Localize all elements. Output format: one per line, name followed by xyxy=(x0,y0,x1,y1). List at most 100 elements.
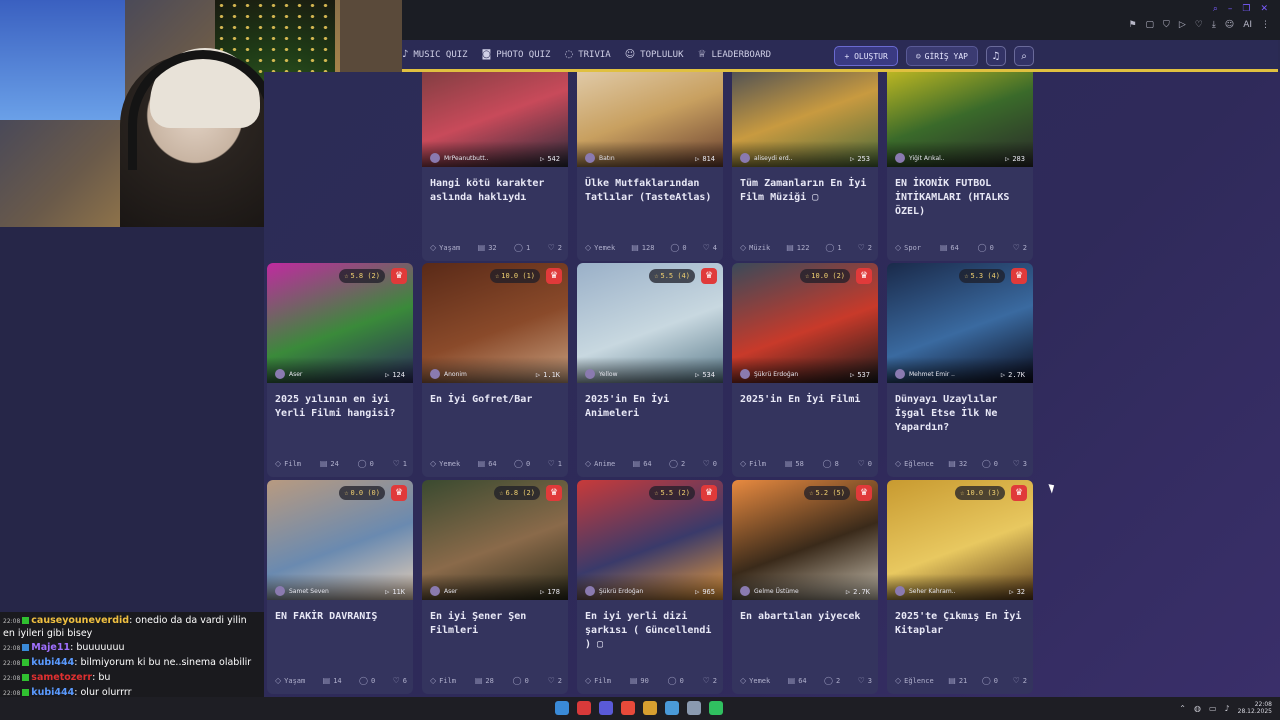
like-count[interactable]: ♡ 2 xyxy=(703,676,717,685)
comment-count[interactable]: ◯ 0 xyxy=(514,459,530,468)
comment-count[interactable]: ◯ 0 xyxy=(513,676,529,685)
like-count[interactable]: ♡ 2 xyxy=(1013,243,1027,252)
quiz-category[interactable]: ◇ Yaşam xyxy=(430,243,460,252)
quiz-category[interactable]: ◇ Yemek xyxy=(585,243,615,252)
quiz-title[interactable]: Dünyayı Uzaylılar İşgal Etse İlk Ne Yapa… xyxy=(895,393,1027,435)
quiz-title[interactable]: En iyi yerli dizi şarkısı ( Güncellendi … xyxy=(585,610,717,652)
quiz-card[interactable]: ☆ 5.2 (5) ♛ Gelme Üstüme ▷ 2.7K En abartı… xyxy=(732,480,878,694)
taskbar-app-icon[interactable] xyxy=(577,701,591,715)
quiz-title[interactable]: Tüm Zamanların En İyi Film Müziği ▢ xyxy=(740,177,872,205)
comment-count[interactable]: ◯ 1 xyxy=(514,243,530,252)
like-count[interactable]: ♡ 0 xyxy=(858,459,872,468)
quiz-author[interactable]: Gelme Üstüme xyxy=(740,586,799,596)
quiz-author[interactable]: Aser xyxy=(275,369,302,379)
comment-count[interactable]: ◯ 0 xyxy=(358,459,374,468)
quiz-author[interactable]: Aser xyxy=(430,586,457,596)
taskbar-app-icon[interactable] xyxy=(665,701,679,715)
crown-icon[interactable]: ♛ xyxy=(856,268,872,284)
square-icon[interactable]: ▢ xyxy=(1146,20,1155,30)
play-icon[interactable]: ▷ xyxy=(1179,20,1186,30)
quiz-author[interactable]: Yiğit Arıkal.. xyxy=(895,153,945,163)
battery-icon[interactable]: ▭ xyxy=(1209,704,1217,713)
crown-icon[interactable]: ♛ xyxy=(391,485,407,501)
comment-count[interactable]: ◯ 0 xyxy=(978,243,994,252)
quiz-title[interactable]: 2025 yılının en iyi Yerli Filmi hangisi? xyxy=(275,393,407,421)
volume-icon[interactable]: ♪ xyxy=(1225,704,1230,713)
quiz-thumbnail[interactable]: ☆ 5.5 (4) ♛ Yellow ▷ 534 xyxy=(577,263,723,383)
nav-leaderboard[interactable]: ♕ LEADERBOARD xyxy=(698,49,772,60)
quiz-thumbnail[interactable]: ☆ 10.0 (2) ♛ Şükrü Erdoğan ▷ 537 xyxy=(732,263,878,383)
nav-music-quiz[interactable]: ♪ MUSIC QUIZ xyxy=(402,49,468,60)
quiz-author[interactable]: aliseydi erd.. xyxy=(740,153,792,163)
like-count[interactable]: ♡ 1 xyxy=(393,459,407,468)
quiz-thumbnail[interactable]: ☆ 10.0 (1) ♛ Anonim ▷ 1.1K xyxy=(422,263,568,383)
quiz-author[interactable]: Yellow xyxy=(585,369,617,379)
nav-topluluk[interactable]: ☺ TOPLULUK xyxy=(625,49,684,60)
taskbar-app-icon[interactable] xyxy=(687,701,701,715)
comment-count[interactable]: ◯ 2 xyxy=(824,676,840,685)
quiz-card[interactable]: ☆ 6.8 (2) ♛ Aser ▷ 178 En iyi Şener Şen F… xyxy=(422,480,568,694)
quiz-title[interactable]: Ülke Mutfaklarından Tatlılar (TasteAtlas… xyxy=(585,177,717,205)
quiz-category[interactable]: ◇ Film xyxy=(430,676,456,685)
quiz-title[interactable]: 2025'te Çıkmış En İyi Kitaplar xyxy=(895,610,1027,638)
quiz-card[interactable]: ☆ 5.5 (4) ♛ Yellow ▷ 534 2025'in En İyi A… xyxy=(577,263,723,477)
like-count[interactable]: ♡ 1 xyxy=(548,459,562,468)
quiz-card[interactable]: ☆ 5.8 (2) ♛ Aser ▷ 124 2025 yılının en iy… xyxy=(267,263,413,477)
quiz-category[interactable]: ◇ Anime xyxy=(585,459,615,468)
nav-photo-quiz[interactable]: ◙ PHOTO QUIZ xyxy=(482,49,551,60)
like-count[interactable]: ♡ 6 xyxy=(393,676,407,685)
quiz-card[interactable]: ☆ 5.5 (2) ♛ Şükrü Erdoğan ▷ 965 En iyi ye… xyxy=(577,480,723,694)
comment-count[interactable]: ◯ 2 xyxy=(669,459,685,468)
comment-count[interactable]: ◯ 0 xyxy=(982,676,998,685)
quiz-thumbnail[interactable]: ☆ 5.3 (4) ♛ Mehmet Emir .. ▷ 2.7K xyxy=(887,263,1033,383)
quiz-thumbnail[interactable]: aliseydi erd.. ▷ 253 xyxy=(732,72,878,167)
comment-count[interactable]: ◯ 0 xyxy=(668,676,684,685)
chat-username[interactable]: causeyouneverdid xyxy=(31,615,129,626)
quiz-thumbnail[interactable]: ☆ 5.8 (2) ♛ Aser ▷ 124 xyxy=(267,263,413,383)
quiz-card[interactable]: MrPeanutbutt.. ▷ 542 Hangi kötü karakter… xyxy=(422,72,568,261)
quiz-thumbnail[interactable]: ☆ 5.5 (2) ♛ Şükrü Erdoğan ▷ 965 xyxy=(577,480,723,600)
network-icon[interactable]: ◍ xyxy=(1194,704,1201,713)
quiz-title[interactable]: 2025'in En İyi Filmi xyxy=(740,393,872,407)
crown-icon[interactable]: ♛ xyxy=(546,485,562,501)
quiz-category[interactable]: ◇ Eğlence xyxy=(895,459,934,468)
quiz-author[interactable]: Seher Kahram.. xyxy=(895,586,955,596)
quiz-author[interactable]: Samet Seven xyxy=(275,586,329,596)
quiz-category[interactable]: ◇ Yemek xyxy=(740,676,770,685)
quiz-author[interactable]: Anonim xyxy=(430,369,467,379)
taskbar-app-icon[interactable] xyxy=(709,701,723,715)
quiz-thumbnail[interactable]: Yiğit Arıkal.. ▷ 283 xyxy=(887,72,1033,167)
taskbar-app-icon[interactable] xyxy=(599,701,613,715)
chat-username[interactable]: kubi444 xyxy=(31,657,74,668)
like-count[interactable]: ♡ 3 xyxy=(858,676,872,685)
quiz-thumbnail[interactable]: ☆ 6.8 (2) ♛ Aser ▷ 178 xyxy=(422,480,568,600)
quiz-title[interactable]: En abartılan yiyecek xyxy=(740,610,872,624)
quiz-category[interactable]: ◇ Yaşam xyxy=(275,676,305,685)
comment-count[interactable]: ◯ 0 xyxy=(982,459,998,468)
quiz-category[interactable]: ◇ Film xyxy=(585,676,611,685)
like-count[interactable]: ♡ 2 xyxy=(548,243,562,252)
comment-count[interactable]: ◯ 0 xyxy=(670,243,686,252)
chat-username[interactable]: sametozerr xyxy=(31,672,92,683)
quiz-card[interactable]: ☆ 0.0 (0) ♛ Samet Seven ▷ 11K EN FAKİR DA… xyxy=(267,480,413,694)
minimize-icon[interactable]: – xyxy=(1228,4,1233,14)
quiz-thumbnail[interactable]: ☆ 0.0 (0) ♛ Samet Seven ▷ 11K xyxy=(267,480,413,600)
taskbar-app-icon[interactable] xyxy=(621,701,635,715)
search-button[interactable]: ⌕ xyxy=(1014,46,1034,66)
quiz-author[interactable]: Batın xyxy=(585,153,615,163)
quiz-title[interactable]: EN İKONİK FUTBOL İNTİKAMLARI (HTALKS ÖZE… xyxy=(895,177,1027,219)
quiz-card[interactable]: ☆ 5.3 (4) ♛ Mehmet Emir .. ▷ 2.7K Dünyayı… xyxy=(887,263,1033,477)
quiz-author[interactable]: Şükrü Erdoğan xyxy=(740,369,798,379)
crown-icon[interactable]: ♛ xyxy=(546,268,562,284)
menu-icon[interactable]: ⋮ xyxy=(1261,20,1270,30)
comment-count[interactable]: ◯ 8 xyxy=(823,459,839,468)
quiz-category[interactable]: ◇ Spor xyxy=(895,243,921,252)
search-icon[interactable]: ⌕ xyxy=(1213,4,1218,14)
quiz-author[interactable]: Şükrü Erdoğan xyxy=(585,586,643,596)
quiz-category[interactable]: ◇ Film xyxy=(740,459,766,468)
quiz-title[interactable]: En İyi Gofret/Bar xyxy=(430,393,562,407)
like-count[interactable]: ♡ 0 xyxy=(703,459,717,468)
quiz-card[interactable]: Yiğit Arıkal.. ▷ 283 EN İKONİK FUTBOL İN… xyxy=(887,72,1033,261)
crown-icon[interactable]: ♛ xyxy=(701,268,717,284)
like-count[interactable]: ♡ 2 xyxy=(858,243,872,252)
